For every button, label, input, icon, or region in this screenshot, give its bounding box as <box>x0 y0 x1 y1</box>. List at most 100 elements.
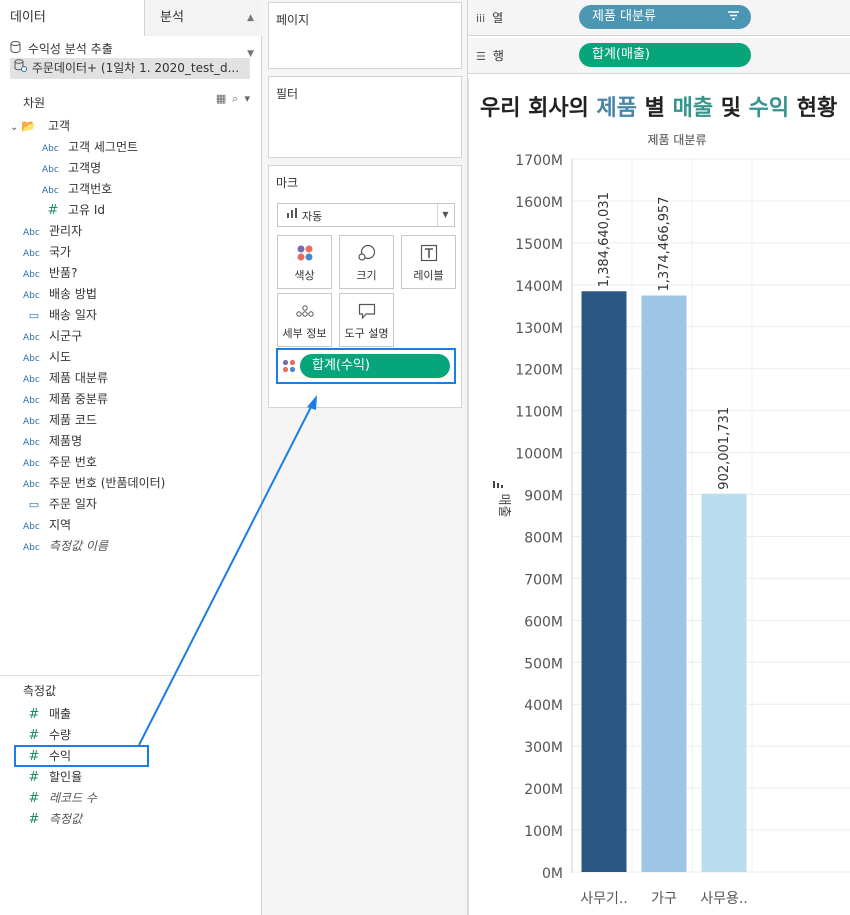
number-type-icon: # <box>28 791 40 806</box>
datasource-extract[interactable]: 수익성 분석 추출 <box>10 40 113 57</box>
string-type-icon: Abc <box>23 291 40 301</box>
pages-card[interactable]: 페이지 <box>268 2 462 69</box>
chevron-down-icon[interactable]: ▼ <box>437 204 453 226</box>
mark-detail-button[interactable]: 세부 정보 <box>277 293 332 347</box>
string-type-icon: Abc <box>23 270 40 280</box>
bar[interactable] <box>581 291 627 872</box>
dimension-field[interactable]: ⌄ 📂 고객 <box>10 116 70 136</box>
search-icon[interactable]: ⌕ <box>232 92 244 105</box>
speech-bubble-icon <box>340 300 393 322</box>
field-label: 고유 Id <box>68 203 106 217</box>
rows-pill-sales[interactable]: 합계(매출) <box>579 43 751 67</box>
field-label: 할인율 <box>49 770 83 784</box>
y-tick-label: 1100M <box>515 405 563 421</box>
field-label: 고객 세그먼트 <box>68 140 139 154</box>
columns-pill-category[interactable]: 제품 대분류 <box>579 5 751 29</box>
dimension-field[interactable]: Abc 제품 코드 <box>23 410 97 430</box>
y-tick-label: 600M <box>524 614 563 630</box>
dimension-field[interactable]: Abc 주문 번호 (반품데이터) <box>23 473 165 493</box>
dimension-field[interactable]: Abc 배송 방법 <box>23 284 97 304</box>
color-dots-icon <box>282 359 296 376</box>
string-type-icon: Abc <box>23 228 40 238</box>
mark-tooltip-button[interactable]: 도구 설명 <box>339 293 394 347</box>
rows-label-text: 행 <box>492 49 504 63</box>
y-tick-label: 1400M <box>515 279 563 295</box>
mark-color-button[interactable]: 색상 <box>277 235 332 289</box>
dimension-field[interactable]: Abc 관리자 <box>23 221 82 241</box>
dimensions-header: 차원 ▦⌕▾ <box>0 90 262 112</box>
string-type-icon: Abc <box>23 543 40 553</box>
view-toggle-icon[interactable]: ▦ <box>216 92 232 105</box>
measure-field[interactable]: # 할인율 <box>23 767 83 787</box>
dimension-field[interactable]: ▭ 배송 일자 <box>23 305 97 325</box>
columns-shelf[interactable]: iii 열 제품 대분류 <box>468 0 850 36</box>
mark-detail-label: 세부 정보 <box>282 327 327 340</box>
bar-value-label: 1,384,640,031 <box>597 192 612 287</box>
y-tick-label: 1500M <box>515 237 563 253</box>
dimension-field[interactable]: ▭ 주문 일자 <box>23 494 97 514</box>
view-canvas: 우리 회사의 제품 별 매출 및 수익 현황 제품 대분류 0M 100M 200M 3… <box>468 78 850 915</box>
sort-descending-icon[interactable] <box>728 5 739 29</box>
y-tick-label: 200M <box>524 782 563 798</box>
string-type-icon: Abc <box>23 459 40 469</box>
bar[interactable] <box>701 493 747 872</box>
field-label: 반품? <box>49 266 78 280</box>
highlight-box-color-pill: 합계(수익) <box>276 348 456 384</box>
filters-card[interactable]: 필터 <box>268 76 462 158</box>
dimension-field[interactable]: Abc 시도 <box>23 347 71 367</box>
dimension-field[interactable]: Abc 고객명 <box>42 158 101 178</box>
dimension-field[interactable]: Abc 고객번호 <box>42 179 112 199</box>
dimension-field[interactable]: Abc 제품 중분류 <box>23 389 108 409</box>
divider <box>0 675 262 676</box>
folder-icon: ⌄ 📂 <box>10 119 37 133</box>
measure-field[interactable]: # 측정값 <box>23 809 83 829</box>
dimension-field[interactable]: Abc 지역 <box>23 515 71 535</box>
mark-label-text: 레이블 <box>413 269 444 282</box>
menu-arrow-icon[interactable]: ▾ <box>244 92 256 105</box>
tab-data[interactable]: 데이터 <box>0 0 145 36</box>
datasource-orders[interactable]: 주문데이터+ (1일차 1. 2020_test_d... <box>10 58 250 79</box>
bar[interactable] <box>641 295 687 872</box>
measure-field[interactable]: # 수량 <box>23 725 72 745</box>
axis-label-icon <box>501 485 503 488</box>
dimension-field[interactable]: Abc 주문 번호 <box>23 452 97 472</box>
field-label: 제품 코드 <box>49 413 97 427</box>
field-label: 시군구 <box>49 329 83 343</box>
column-header: 제품 대분류 <box>647 133 706 147</box>
string-type-icon: Abc <box>23 438 40 448</box>
mark-size-button[interactable]: 크기 <box>339 235 394 289</box>
x-category-label: 가구 <box>651 891 677 907</box>
database-icon <box>10 41 24 56</box>
tab-analysis[interactable]: 분석 ▲ ▼ <box>145 0 262 59</box>
field-label: 주문 번호 (반품데이터) <box>49 476 166 490</box>
dimension-field[interactable]: Abc 국가 <box>23 242 71 262</box>
rows-shelf[interactable]: ☰ 행 합계(매출) <box>468 38 850 74</box>
filters-title: 필터 <box>276 87 299 101</box>
string-type-icon: Abc <box>23 354 40 364</box>
dimension-field[interactable]: Abc 고객 세그먼트 <box>42 137 138 157</box>
field-label: 국가 <box>49 245 72 259</box>
dimension-field[interactable]: Abc 제품명 <box>23 431 82 451</box>
string-type-icon: Abc <box>23 375 40 385</box>
color-field-pill-profit[interactable]: 합계(수익) <box>300 354 450 378</box>
y-tick-label: 500M <box>524 656 563 672</box>
number-type-icon: # <box>28 812 40 827</box>
measure-field[interactable]: # 매출 <box>23 704 72 724</box>
field-label: 고객명 <box>68 161 102 175</box>
dimension-field[interactable]: Abc 반품? <box>23 263 77 283</box>
dimension-field[interactable]: Abc 제품 대분류 <box>23 368 108 388</box>
rows-shelf-label: ☰ 행 <box>476 47 504 64</box>
mark-type-dropdown[interactable]: 자동 ▼ <box>277 203 455 227</box>
y-tick-label: 100M <box>524 824 563 840</box>
mark-label-button[interactable]: 레이블 <box>401 235 456 289</box>
y-tick-label: 1000M <box>515 447 563 463</box>
y-tick-label: 400M <box>524 698 563 714</box>
field-label: 시도 <box>49 350 72 364</box>
dimension-field[interactable]: Abc 시군구 <box>23 326 82 346</box>
detail-dots-icon <box>278 300 331 322</box>
measures-title: 측정값 <box>23 684 57 698</box>
measure-field[interactable]: # 레코드 수 <box>23 788 97 808</box>
dimension-field[interactable]: Abc 측정값 이름 <box>23 536 108 556</box>
tab-data-label: 데이터 <box>10 10 46 25</box>
dimension-field[interactable]: # 고유 Id <box>42 200 106 220</box>
